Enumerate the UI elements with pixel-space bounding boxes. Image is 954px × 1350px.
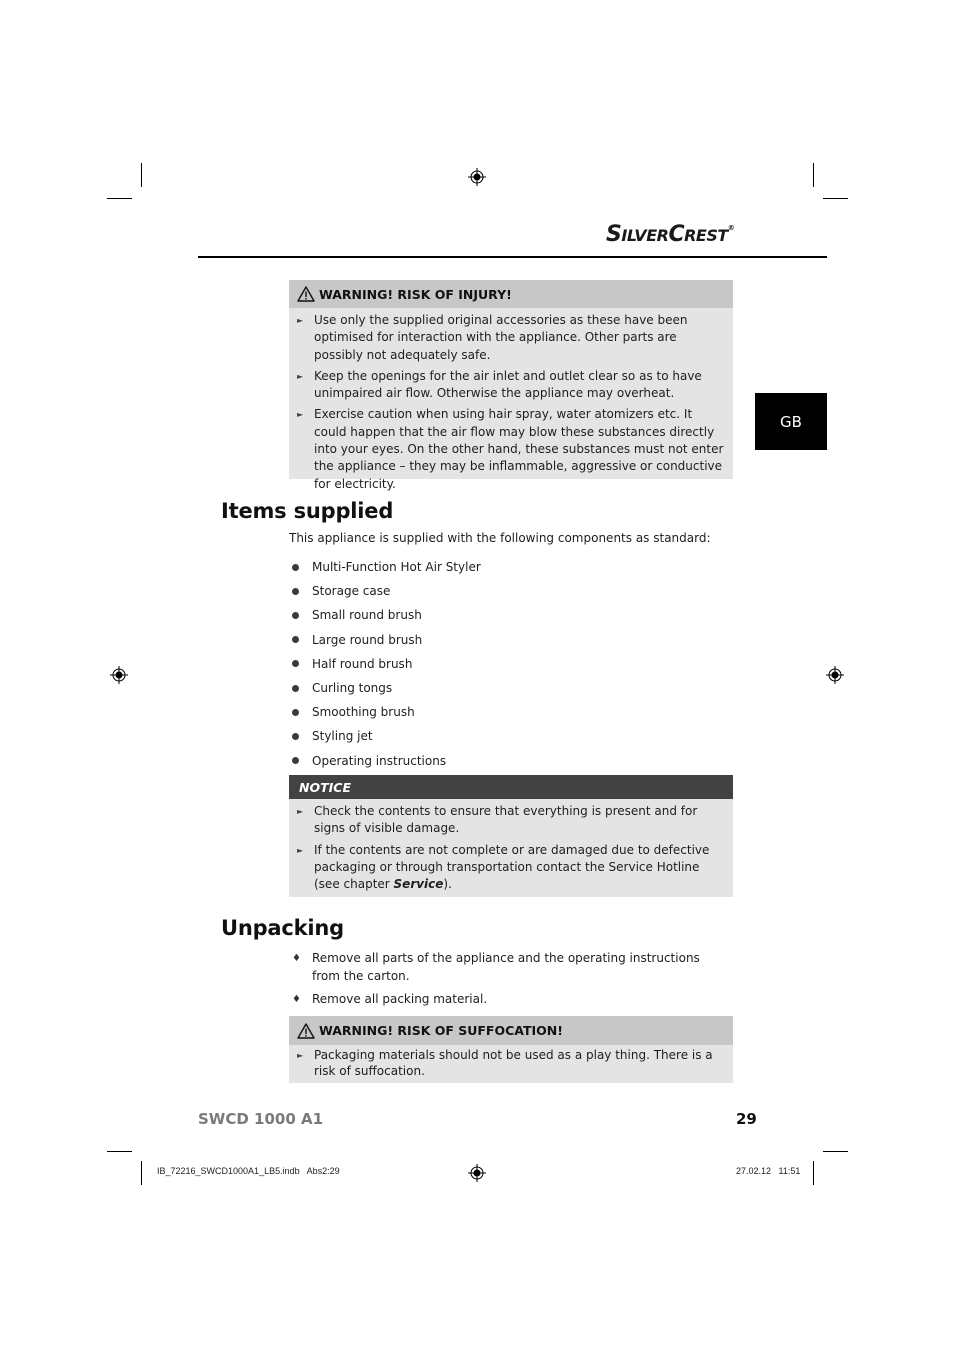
warning-item: ► Keep the openings for the air inlet an…	[297, 368, 725, 403]
bullet-dot-icon	[292, 563, 299, 571]
language-tab-label: GB	[780, 412, 802, 431]
bullet-dot-icon	[292, 587, 299, 595]
notice-item-text-part: ).	[443, 877, 452, 892]
list-item-text: Styling jet	[312, 729, 373, 744]
print-slug-right: 27.02.12 11:51	[736, 1166, 801, 1176]
warning-item: ► Packaging materials should not be used…	[297, 1048, 725, 1079]
notice-title: NOTICE	[299, 779, 351, 795]
registration-mark-icon	[826, 666, 844, 684]
crop-mark	[141, 163, 142, 187]
bullet-dot-icon	[292, 611, 299, 619]
section-heading-items-supplied: Items supplied	[221, 499, 394, 523]
list-item: Small round brush	[292, 603, 481, 627]
bullet-dot-icon	[292, 757, 299, 765]
language-tab: GB	[755, 393, 827, 450]
notice-item-text: If the contents are not complete or are …	[314, 842, 725, 894]
crop-mark	[813, 163, 814, 187]
notice-item-text-part: If the contents are not complete or are …	[314, 842, 710, 892]
diamond-bullet-icon: ♦	[292, 994, 301, 1005]
bullet-dot-icon	[292, 684, 299, 692]
registration-mark-icon	[468, 1164, 486, 1182]
instruction-step: ♦ Remove all packing material.	[292, 991, 722, 1009]
list-item-text: Half round brush	[312, 656, 413, 671]
header-rule	[198, 256, 827, 258]
warning-triangle-icon	[297, 1022, 315, 1039]
list-item-text: Smoothing brush	[312, 705, 415, 720]
crop-mark	[107, 1151, 132, 1152]
warning-item-text: Keep the openings for the air inlet and …	[314, 368, 702, 401]
bullet-dot-icon	[292, 708, 299, 716]
warning-injury-header: WARNING! RISK OF INJURY!	[289, 280, 733, 308]
print-slug-left: IB_72216_SWCD1000A1_LB5.indb Abs2:29	[157, 1166, 340, 1176]
crop-mark	[141, 1161, 142, 1185]
bullet-dot-icon	[292, 636, 299, 644]
registered-mark: ®	[727, 224, 735, 232]
instruction-step: ♦ Remove all parts of the appliance and …	[292, 950, 722, 985]
arrow-bullet-icon: ►	[297, 371, 304, 381]
logo-text: ILVER	[621, 226, 669, 245]
model-number: SWCD 1000 A1	[198, 1110, 324, 1128]
registration-mark-icon	[468, 168, 486, 186]
arrow-bullet-icon: ►	[297, 845, 304, 855]
arrow-bullet-icon: ►	[297, 410, 304, 420]
list-item: Half round brush	[292, 652, 481, 676]
items-list: Multi-Function Hot Air Styler Storage ca…	[292, 555, 481, 773]
brand-logo: SILVERCREST®	[606, 222, 735, 247]
logo-text: REST	[684, 226, 728, 245]
bullet-dot-icon	[292, 732, 299, 740]
list-item: Styling jet	[292, 724, 481, 748]
warning-triangle-icon	[297, 286, 315, 302]
list-item-text: Multi-Function Hot Air Styler	[312, 560, 481, 575]
warning-suffocation-title: WARNING! RISK OF SUFFOCATION!	[319, 1023, 563, 1038]
warning-suffocation-header: WARNING! RISK OF SUFFOCATION!	[289, 1016, 733, 1045]
crop-mark	[823, 198, 848, 199]
logo-letter: C	[668, 222, 685, 247]
list-item-text: Large round brush	[312, 632, 423, 647]
list-item: Operating instructions	[292, 749, 481, 773]
instruction-step-text: Remove all parts of the appliance and th…	[312, 951, 700, 983]
crop-mark	[823, 1151, 848, 1152]
list-item-text: Operating instructions	[312, 753, 447, 768]
notice-item-text: Check the contents to ensure that everyt…	[314, 804, 698, 836]
list-item: Curling tongs	[292, 676, 481, 700]
diamond-bullet-icon: ♦	[292, 953, 301, 964]
warning-injury-box: WARNING! RISK OF INJURY! ► Use only the …	[289, 280, 733, 491]
warning-item: ► Use only the supplied original accesso…	[297, 312, 725, 364]
warning-injury-title: WARNING! RISK OF INJURY!	[319, 286, 512, 302]
warning-suffocation-box: WARNING! RISK OF SUFFOCATION! ► Packagin…	[289, 1016, 733, 1083]
chapter-reference: Service	[393, 877, 444, 892]
crop-mark	[813, 1161, 814, 1185]
warning-item-text: Use only the supplied original accessori…	[314, 313, 688, 362]
notice-item: ► Check the contents to ensure that ever…	[297, 803, 725, 838]
arrow-bullet-icon: ►	[297, 1051, 304, 1060]
unpacking-list: ♦ Remove all parts of the appliance and …	[292, 950, 722, 1015]
list-item: Storage case	[292, 579, 481, 603]
notice-box: NOTICE ► Check the contents to ensure th…	[289, 775, 733, 897]
arrow-bullet-icon: ►	[297, 807, 304, 816]
list-item-text: Curling tongs	[312, 681, 393, 696]
arrow-bullet-icon: ►	[297, 316, 304, 325]
crop-mark	[107, 198, 132, 199]
instruction-step-text: Remove all packing material.	[312, 992, 488, 1006]
items-intro: This appliance is supplied with the foll…	[289, 531, 711, 545]
logo-letter: S	[606, 222, 622, 247]
list-item: Smoothing brush	[292, 700, 481, 724]
section-heading-unpacking: Unpacking	[221, 916, 345, 940]
warning-item: ► Exercise caution when using hair spray…	[297, 406, 725, 492]
list-item: Large round brush	[292, 628, 481, 652]
list-item-text: Storage case	[312, 584, 391, 599]
bullet-dot-icon	[292, 660, 299, 668]
notice-header: NOTICE	[289, 775, 733, 799]
page-number: 29	[736, 1110, 757, 1128]
notice-item: ► If the contents are not complete or ar…	[297, 842, 725, 894]
list-item: Multi-Function Hot Air Styler	[292, 555, 481, 579]
warning-item-text: Exercise caution when using hair spray, …	[314, 407, 724, 491]
warning-item-text: Packaging materials should not be used a…	[314, 1048, 713, 1078]
registration-mark-icon	[110, 666, 128, 684]
list-item-text: Small round brush	[312, 608, 422, 623]
